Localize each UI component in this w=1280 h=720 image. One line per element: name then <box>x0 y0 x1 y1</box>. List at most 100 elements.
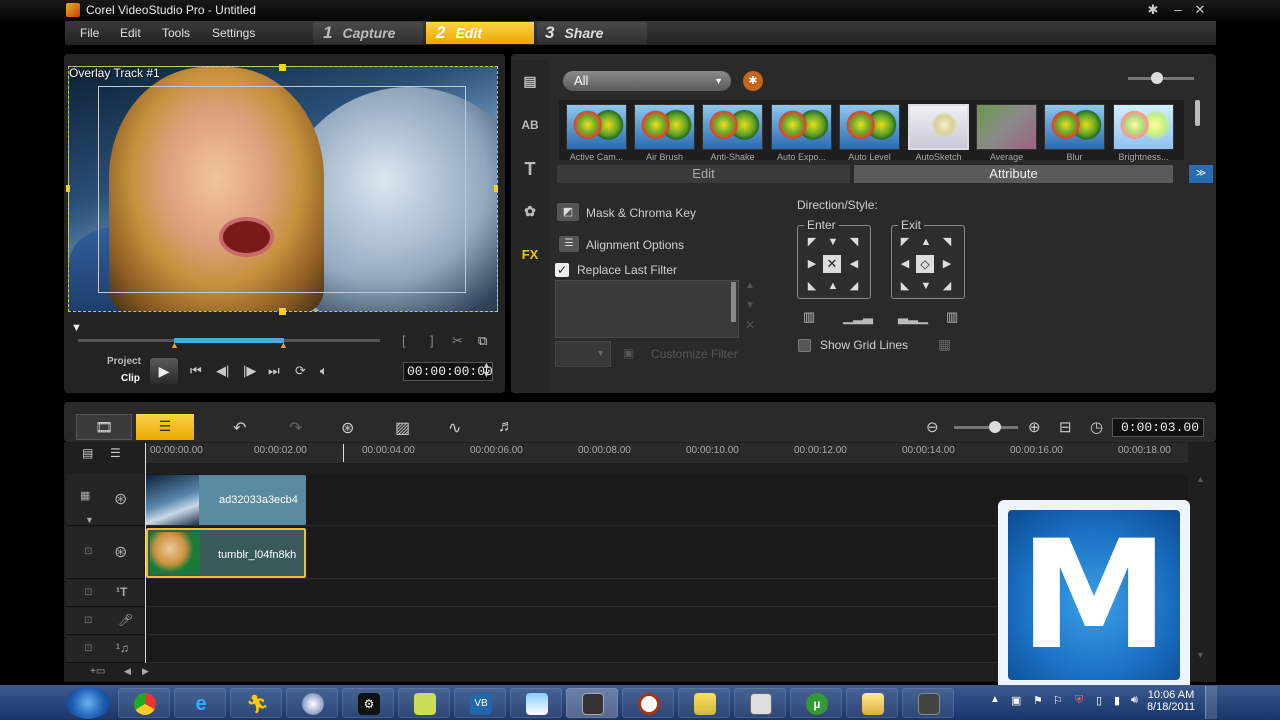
resize-handle-top[interactable] <box>279 64 286 71</box>
expand-track-icon[interactable]: ▼ <box>85 515 94 525</box>
tray-icon[interactable]: ⚑ <box>1033 694 1043 707</box>
start-button[interactable] <box>66 687 110 719</box>
arrow-ne-icon[interactable]: ◥ <box>847 235 861 249</box>
show-grid-checkbox[interactable] <box>798 339 811 352</box>
scroll-up-icon[interactable]: ▲ <box>1196 474 1205 484</box>
fade-in-icon[interactable]: ▥ <box>803 309 815 325</box>
volume-icon[interactable]: 🔈︎ <box>320 363 328 379</box>
remove-filter-icon[interactable]: ✕ <box>745 318 755 332</box>
taskbar-clock[interactable]: 10:06 AM 8/18/2011 <box>1146 689 1196 713</box>
track-manager-icon[interactable]: ▤ <box>82 446 93 460</box>
timeline-cursor[interactable] <box>343 444 344 462</box>
filter-thumb[interactable] <box>702 104 763 150</box>
network-icon[interactable]: ▮ <box>1114 694 1120 707</box>
options-icon[interactable]: ✱ <box>743 71 763 91</box>
video-clip[interactable]: ad32033a3ecb4 <box>146 475 306 525</box>
filter-list-scrollbar[interactable] <box>731 282 736 322</box>
redo-icon[interactable]: ↷ <box>289 418 302 438</box>
music-lock-icon[interactable]: ⊡ <box>84 643 92 654</box>
track-enable-icon[interactable]: ▦ <box>80 489 90 502</box>
arrow-w-icon[interactable]: ▶ <box>805 257 819 271</box>
filter-thumb[interactable] <box>566 104 627 150</box>
step-share-tab[interactable]: 3 Share <box>537 22 647 44</box>
arrow-n-icon[interactable]: ▼ <box>826 235 840 249</box>
flag-icon[interactable]: ⚐ <box>1053 694 1063 707</box>
chrome-taskbar-icon[interactable] <box>118 688 170 718</box>
timecode-stepper-icon[interactable]: ▲ ▼ <box>482 361 491 379</box>
mask-chroma-key-option[interactable]: Mask & Chroma Key <box>586 206 696 220</box>
record-capture-icon[interactable]: ⊛ <box>341 418 354 438</box>
thumb-size-knob[interactable] <box>1151 72 1163 84</box>
explorer-taskbar-icon[interactable] <box>846 688 898 718</box>
exit-arrow-e-icon[interactable]: ▶ <box>940 257 954 271</box>
move-up-icon[interactable]: ▲ <box>745 280 755 291</box>
tray-expand-icon[interactable]: ▲ <box>990 694 1000 705</box>
zoom-knob[interactable] <box>989 421 1001 433</box>
auto-music-icon[interactable]: ♬ <box>498 418 514 436</box>
media-icon[interactable]: ▤ <box>517 70 543 92</box>
record-taskbar-icon[interactable] <box>622 688 674 718</box>
aim-taskbar-icon[interactable]: 🏃︎ <box>230 688 282 718</box>
arrow-s-icon[interactable]: ▲ <box>826 279 840 293</box>
filter-thumb[interactable] <box>976 104 1037 150</box>
mask-icon[interactable]: ◩ <box>557 203 579 221</box>
mode-clip[interactable]: Clip <box>121 373 140 384</box>
storyboard-view-icon[interactable]: 🎞︎ <box>76 414 132 440</box>
scroll-right-icon[interactable]: ▶ <box>142 666 149 677</box>
exit-arrow-center-icon[interactable]: ◇ <box>916 255 934 273</box>
tray-icon[interactable]: ▣ <box>1011 694 1021 707</box>
tab-edit[interactable]: Edit <box>557 165 850 183</box>
arrow-sw-icon[interactable]: ◣ <box>805 279 819 293</box>
step-edit-tab[interactable]: 2 Edit <box>426 22 534 44</box>
add-track-icon[interactable]: +▭ <box>90 666 105 677</box>
close-button[interactable]: ✕ <box>1192 2 1208 18</box>
end-icon[interactable]: ⏭ <box>268 363 280 379</box>
overlay-lock-icon[interactable]: ⊡ <box>84 546 92 557</box>
alignment-options-option[interactable]: Alignment Options <box>586 238 684 252</box>
arrow-se-icon[interactable]: ◢ <box>847 279 861 293</box>
title-icon[interactable]: T <box>517 158 543 180</box>
menu-tools[interactable]: Tools <box>162 26 190 40</box>
voice-lock-icon[interactable]: ⊡ <box>84 615 92 626</box>
menu-edit[interactable]: Edit <box>120 26 141 40</box>
steam-taskbar-icon[interactable]: ⚙ <box>342 688 394 718</box>
overlay-clip[interactable]: tumblr_l04fn8kh <box>146 528 306 578</box>
camera-taskbar-icon[interactable] <box>902 688 954 718</box>
shield-icon[interactable]: ⛨ <box>1075 694 1083 707</box>
preset-dropdown[interactable]: ▼ <box>555 341 611 367</box>
applied-filter-list[interactable] <box>555 280 739 338</box>
media-taskbar-icon[interactable] <box>286 688 338 718</box>
arrow-e-icon[interactable]: ◀ <box>847 257 861 271</box>
step-capture-tab[interactable]: 1 Capture <box>313 22 423 44</box>
trim-end-icon[interactable]: ▲ <box>279 340 288 350</box>
exit-arrow-se-icon[interactable]: ◢ <box>940 279 954 293</box>
timeline-timecode[interactable]: 0:00:03.00 <box>1112 418 1204 437</box>
zoom-slider[interactable] <box>954 426 1018 429</box>
undo-icon[interactable]: ↶ <box>233 418 246 438</box>
mix-icon[interactable]: ▨ <box>395 418 410 438</box>
collapse-options-icon[interactable]: ≫ <box>1189 165 1213 183</box>
filter-thumb[interactable] <box>1113 104 1174 150</box>
timeline-view-icon[interactable]: ☰ <box>136 414 194 440</box>
alignment-icon[interactable]: ☰ <box>559 236 579 252</box>
ie-taskbar-icon[interactable]: e <box>174 688 226 718</box>
title-lock-icon[interactable]: ⊡ <box>84 587 92 598</box>
previous-frame-icon[interactable]: ◀︎| <box>216 363 229 379</box>
transition-icon[interactable]: AB <box>517 114 543 136</box>
resize-handle-bottom[interactable] <box>279 308 286 315</box>
utorrent-taskbar-icon[interactable]: µ <box>790 688 842 718</box>
preview-timecode[interactable]: 00:00:00:00 <box>403 362 493 381</box>
repeat-icon[interactable]: ⟳ <box>295 363 306 379</box>
resize-handle-left[interactable] <box>66 185 70 192</box>
fx-filter-icon[interactable]: FX <box>517 244 543 266</box>
trim-start-icon[interactable]: ▲ <box>170 340 179 350</box>
customize-filter-icon[interactable]: ▣ <box>623 346 634 360</box>
scroll-down-icon[interactable]: ▼ <box>1196 650 1205 660</box>
volume-tray-icon[interactable]: 🔊︎ <box>1131 694 1138 707</box>
arrow-center-icon[interactable]: ✕ <box>823 255 841 273</box>
audio-mixer-icon[interactable]: ∿ <box>448 418 461 438</box>
play-button[interactable]: ▶ <box>150 358 178 384</box>
tab-attribute[interactable]: Attribute <box>854 165 1173 183</box>
home-icon[interactable]: ⏮ <box>190 363 202 379</box>
clock-icon[interactable]: ◷ <box>1090 418 1103 436</box>
